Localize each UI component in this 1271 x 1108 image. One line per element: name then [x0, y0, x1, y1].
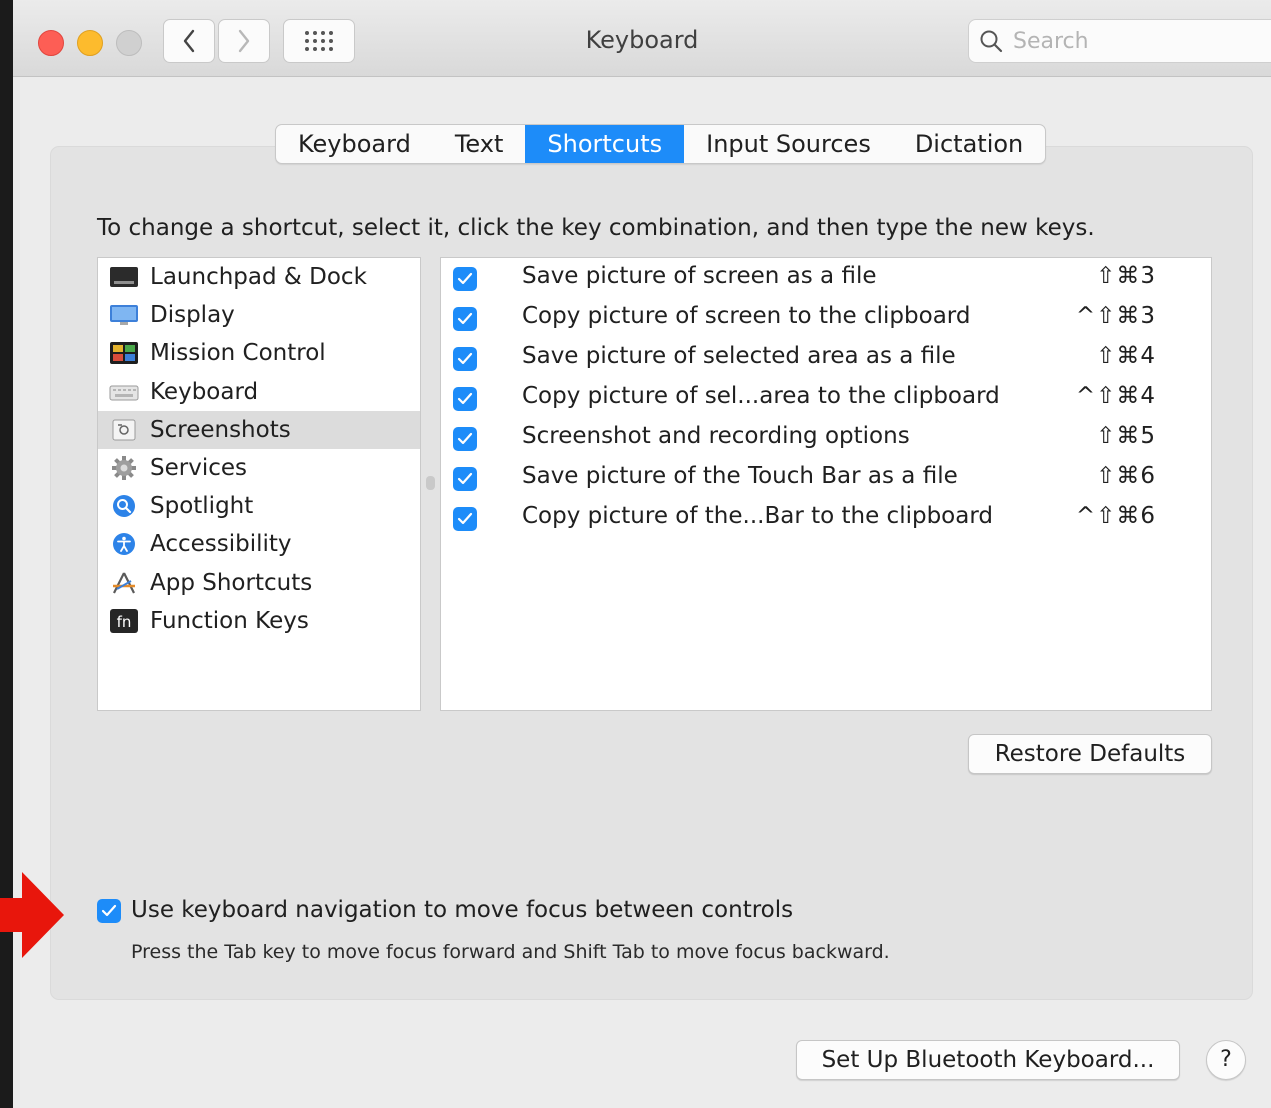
category-function-keys[interactable]: fn Function Keys	[98, 602, 420, 640]
tab-dictation[interactable]: Dictation	[893, 125, 1045, 163]
shortcut-checkbox[interactable]	[453, 467, 477, 491]
tab-input-sources[interactable]: Input Sources	[684, 125, 893, 163]
search-field[interactable]	[968, 19, 1271, 63]
shortcut-row[interactable]: Screenshot and recording options ⇧⌘5	[441, 418, 1211, 458]
category-label: Keyboard	[150, 378, 259, 405]
checkmark-icon	[457, 512, 473, 525]
category-spotlight[interactable]: Spotlight	[98, 487, 420, 525]
help-button[interactable]: ?	[1206, 1040, 1246, 1080]
shortcut-keys[interactable]: ⇧⌘4	[1096, 343, 1156, 369]
shortcut-label: Copy picture of screen to the clipboard	[522, 303, 971, 329]
shortcut-label: Copy picture of sel...area to the clipbo…	[522, 383, 1000, 409]
spotlight-icon	[113, 495, 135, 518]
category-display[interactable]: Display	[98, 296, 420, 334]
shortcut-row[interactable]: Copy picture of the...Bar to the clipboa…	[441, 498, 1211, 538]
shortcut-checkbox[interactable]	[453, 507, 477, 531]
tab-text[interactable]: Text	[433, 125, 526, 163]
shortcut-list: Save picture of screen as a file ⇧⌘3 Cop…	[440, 257, 1212, 711]
category-label: Accessibility	[150, 531, 292, 558]
category-launchpad-dock[interactable]: Launchpad & Dock	[98, 258, 420, 296]
checkmark-icon	[457, 472, 473, 485]
title-bar: Keyboard	[13, 0, 1271, 77]
svg-text:fn: fn	[117, 613, 132, 631]
function-keys-icon: fn	[110, 608, 138, 633]
category-label: Function Keys	[150, 607, 309, 634]
category-label: App Shortcuts	[150, 569, 313, 596]
shortcut-keys[interactable]: ⇧⌘6	[1096, 463, 1156, 489]
launchpad-dock-icon	[110, 267, 138, 287]
shortcut-keys[interactable]: ^⇧⌘6	[1076, 503, 1156, 529]
restore-defaults-button[interactable]: Restore Defaults	[968, 734, 1212, 774]
services-gear-icon	[112, 455, 136, 480]
category-app-shortcuts[interactable]: App Shortcuts	[98, 564, 420, 602]
search-icon	[980, 30, 1003, 53]
shortcut-row[interactable]: Save picture of screen as a file ⇧⌘3	[441, 258, 1211, 298]
category-mission-control[interactable]: Mission Control	[98, 334, 420, 372]
shortcut-label: Save picture of screen as a file	[522, 263, 877, 289]
split-view-handle[interactable]	[426, 476, 435, 490]
instructions-text: To change a shortcut, select it, click t…	[97, 215, 1095, 241]
shortcut-checkbox[interactable]	[453, 427, 477, 451]
keyboard-preferences-window: Keyboard Keyboard Text Shortcuts Input S…	[13, 0, 1271, 1108]
shortcut-checkbox[interactable]	[453, 347, 477, 371]
shortcut-checkbox[interactable]	[453, 387, 477, 411]
checkmark-icon	[101, 904, 117, 917]
keyboard-icon	[109, 385, 139, 401]
shortcut-checkbox[interactable]	[453, 307, 477, 331]
category-screenshots[interactable]: Screenshots	[98, 410, 420, 449]
shortcut-row[interactable]: Save picture of the Touch Bar as a file …	[441, 458, 1211, 498]
keyboard-navigation-checkbox[interactable]	[97, 899, 121, 923]
mission-control-icon	[110, 342, 138, 365]
category-list: Launchpad & Dock Display Mission Control…	[97, 257, 421, 711]
shortcut-checkbox[interactable]	[453, 267, 477, 291]
shortcut-label: Save picture of the Touch Bar as a file	[522, 463, 958, 489]
category-accessibility[interactable]: Accessibility	[98, 525, 420, 563]
red-arrow-annotation	[0, 872, 64, 958]
screenshots-icon	[112, 419, 136, 441]
keyboard-navigation-label[interactable]: Use keyboard navigation to move focus be…	[131, 897, 793, 923]
tab-keyboard[interactable]: Keyboard	[276, 125, 433, 163]
checkmark-icon	[457, 352, 473, 365]
display-icon	[110, 305, 138, 326]
category-label: Screenshots	[150, 416, 291, 443]
checkmark-icon	[457, 272, 473, 285]
shortcut-row[interactable]: Save picture of selected area as a file …	[441, 338, 1211, 378]
category-label: Launchpad & Dock	[150, 264, 367, 291]
shortcut-label: Copy picture of the...Bar to the clipboa…	[522, 503, 993, 529]
category-keyboard[interactable]: Keyboard	[98, 373, 420, 411]
keyboard-navigation-description: Press the Tab key to move focus forward …	[131, 941, 890, 963]
checkmark-icon	[457, 312, 473, 325]
category-label: Display	[150, 302, 235, 329]
shortcut-keys[interactable]: ⇧⌘3	[1096, 263, 1156, 289]
checkmark-icon	[457, 432, 473, 445]
app-shortcuts-icon	[113, 572, 135, 593]
tab-shortcuts[interactable]: Shortcuts	[525, 125, 685, 163]
category-services[interactable]: Services	[98, 449, 420, 487]
shortcut-row[interactable]: Copy picture of sel...area to the clipbo…	[441, 378, 1211, 418]
category-label: Services	[150, 455, 247, 482]
category-label: Mission Control	[150, 340, 326, 367]
tab-bar: Keyboard Text Shortcuts Input Sources Di…	[275, 124, 1047, 164]
category-label: Spotlight	[150, 493, 254, 520]
search-input[interactable]	[1011, 27, 1271, 55]
shortcut-keys[interactable]: ^⇧⌘4	[1076, 383, 1156, 409]
shortcut-label: Save picture of selected area as a file	[522, 343, 956, 369]
shortcut-keys[interactable]: ⇧⌘5	[1096, 423, 1156, 449]
shortcut-keys[interactable]: ^⇧⌘3	[1076, 303, 1156, 329]
shortcut-row[interactable]: Copy picture of screen to the clipboard …	[441, 298, 1211, 338]
set-up-bluetooth-keyboard-button[interactable]: Set Up Bluetooth Keyboard...	[796, 1040, 1180, 1080]
checkmark-icon	[457, 392, 473, 405]
shortcut-label: Screenshot and recording options	[522, 423, 910, 449]
accessibility-icon	[113, 533, 135, 556]
